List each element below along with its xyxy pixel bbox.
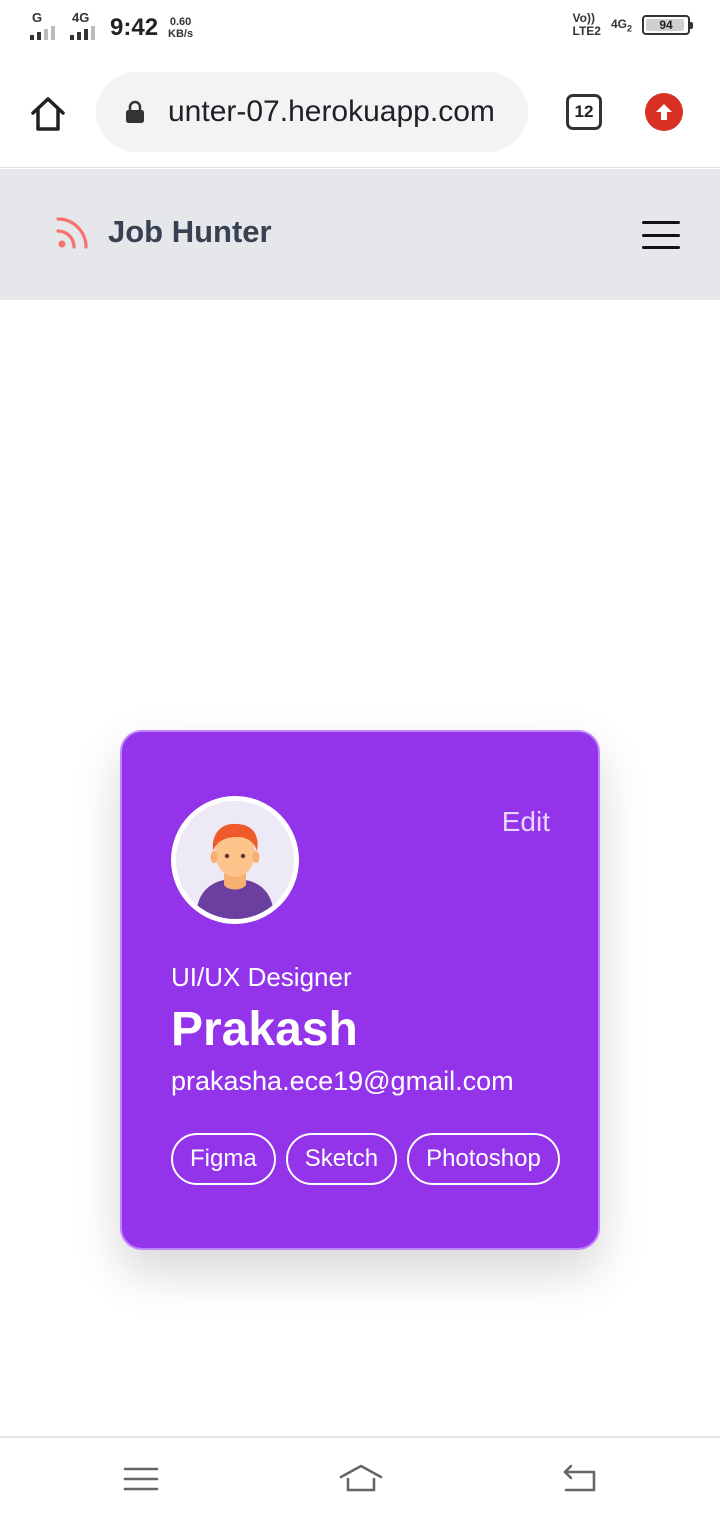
brand-title: Job Hunter (108, 214, 272, 249)
status-right: Vo)) LTE2 4G2 94 (573, 12, 693, 38)
volte-indicator: Vo)) LTE2 (573, 12, 601, 38)
sim2-signal-icon: 4G (70, 10, 100, 40)
url-text: unter-07.herokuapp.com (168, 95, 495, 128)
profile-name: Prakash (171, 1003, 358, 1056)
skills-list: Figma Sketch Photoshop (171, 1133, 560, 1185)
skill-tag[interactable]: Figma (171, 1133, 276, 1185)
system-nav-bar (0, 1436, 720, 1520)
address-bar[interactable]: unter-07.herokuapp.com (96, 72, 528, 152)
clock: 9:42 (110, 14, 159, 41)
network-type: 4G2 (611, 17, 632, 33)
home-icon[interactable] (338, 1462, 384, 1496)
tab-switcher-button[interactable]: 12 (566, 94, 602, 130)
sim2-label: 4G (72, 10, 90, 25)
hamburger-menu-icon[interactable] (642, 221, 680, 249)
network-sub: 2 (626, 23, 632, 34)
speed-value: 0.60 (169, 16, 192, 28)
home-icon (31, 97, 65, 131)
site-navbar: Job Hunter (0, 169, 720, 300)
profile-email: prakasha.ece19@gmail.com (171, 1066, 514, 1096)
sim1-label: G (32, 10, 43, 25)
network-label: 4G (610, 16, 627, 31)
profile-card: Edit UI/UX Designer Prakash prakasha.ece… (120, 730, 600, 1250)
back-icon[interactable] (560, 1462, 600, 1496)
browser-toolbar: unter-07.herokuapp.com 12 (0, 56, 720, 168)
browser-home-button[interactable] (26, 92, 70, 136)
rss-icon (56, 217, 88, 249)
battery-level: 94 (659, 18, 673, 32)
skill-tag[interactable]: Sketch (285, 1133, 398, 1185)
user-avatar-icon (171, 796, 299, 924)
job-role: UI/UX Designer (171, 962, 352, 992)
arrow-up-icon (656, 104, 672, 120)
network-speed: 0.60 KB/s (168, 16, 193, 40)
recent-apps-icon[interactable] (121, 1462, 161, 1496)
skill-tag[interactable]: Photoshop (407, 1133, 560, 1185)
volte-line2: LTE2 (572, 24, 601, 38)
status-left: G 4G 9:42 0.60 KB/s (30, 10, 193, 42)
update-button[interactable] (645, 93, 683, 131)
edit-profile-link[interactable]: Edit (502, 806, 550, 838)
speed-unit: KB/s (168, 28, 194, 40)
sim1-signal-icon: G (30, 10, 60, 40)
lock-icon (126, 100, 144, 123)
brand-link[interactable]: Job Hunter (54, 213, 272, 251)
status-bar: G 4G 9:42 0.60 KB/s Vo)) LTE2 4G2 94 (0, 0, 720, 56)
battery-icon: 94 (642, 15, 693, 35)
